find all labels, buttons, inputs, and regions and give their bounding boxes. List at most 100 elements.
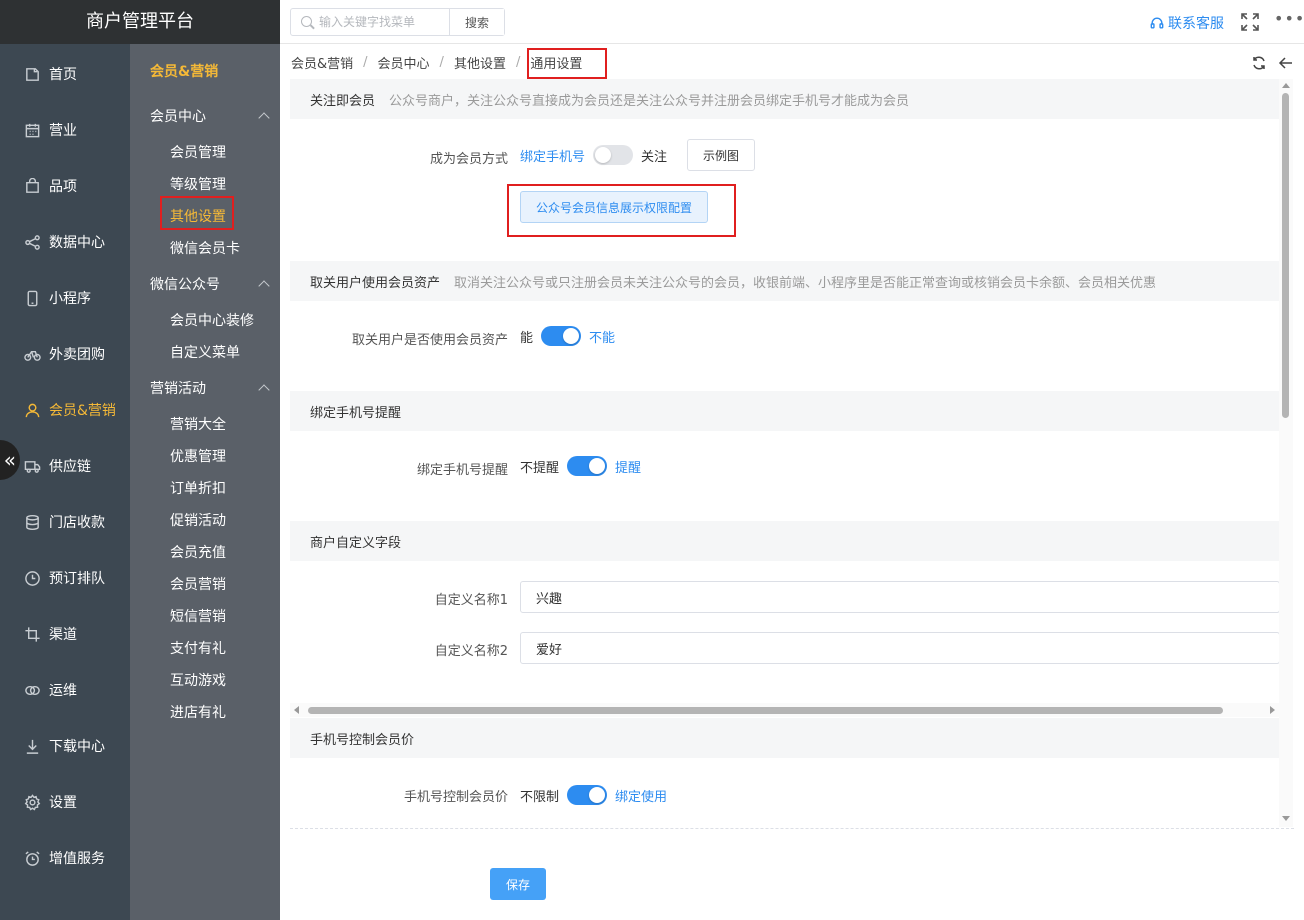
submenu-item-member-management[interactable]: 会员管理 — [170, 142, 226, 162]
fullscreen-icon[interactable] — [1240, 12, 1260, 32]
more-icon[interactable]: ••• — [1274, 11, 1304, 32]
gear-icon — [23, 793, 41, 811]
rail-item-channels[interactable]: 渠道 — [0, 614, 130, 654]
submenu-item-payment-gift[interactable]: 支付有礼 — [170, 638, 226, 658]
submenu-item-interactive-games[interactable]: 互动游戏 — [170, 670, 226, 690]
submenu-item-level-management[interactable]: 等级管理 — [170, 174, 226, 194]
section-header-unfollow-assets: 取关用户使用会员资产 取消关注公众号或只注册会员未关注公众号的会员，收银前端、小… — [290, 261, 1279, 301]
back-arrow-icon[interactable] — [1278, 55, 1294, 71]
section-header-custom-fields: 商户自定义字段 — [290, 521, 1279, 561]
chevron-up-icon — [258, 280, 270, 292]
rail-item-label: 渠道 — [49, 627, 77, 643]
switch-knob — [563, 328, 580, 344]
member-mode-row: 绑定手机号 关注 示例图 — [520, 139, 756, 171]
submenu-title: 会员&营销 — [150, 64, 219, 80]
option-right: 绑定使用 — [615, 789, 668, 805]
switch-knob — [589, 787, 606, 803]
rail-item-home[interactable]: 首页 — [0, 54, 130, 94]
rail-item-member-marketing[interactable]: 会员&营销 — [0, 390, 130, 430]
section-header-phone-price: 手机号控制会员价 — [290, 718, 1279, 758]
chevron-up-icon — [258, 112, 270, 124]
rail-item-settings[interactable]: 设置 — [0, 782, 130, 822]
row-label: 自定义名称1 — [434, 593, 508, 608]
rail-item-business[interactable]: 营业 — [0, 110, 130, 150]
bind-remind-switch[interactable] — [567, 456, 608, 476]
double-chevron-left-icon: « — [3, 448, 16, 472]
rail-item-products[interactable]: 品项 — [0, 166, 130, 206]
example-image-button[interactable]: 示例图 — [687, 139, 756, 171]
submenu-item-member-marketing[interactable]: 会员营销 — [170, 574, 226, 594]
clock-icon — [23, 569, 41, 587]
submenu-item-wechat-member-card[interactable]: 微信会员卡 — [170, 238, 240, 258]
submenu-group-marketing[interactable]: 营销活动 — [150, 378, 270, 398]
scrollbar-thumb[interactable] — [1282, 93, 1289, 418]
rail-item-label: 小程序 — [49, 291, 91, 307]
submenu-item-order-discount[interactable]: 订单折扣 — [170, 478, 226, 498]
breadcrumb-current: 通用设置 — [530, 57, 583, 72]
vertical-scrollbar[interactable] — [1279, 79, 1293, 827]
rail-item-label: 运维 — [49, 683, 77, 699]
phone-price-switch[interactable] — [567, 785, 608, 805]
rail-item-value-added[interactable]: 增值服务 — [0, 838, 130, 878]
submenu-item-store-visit-gift[interactable]: 进店有礼 — [170, 702, 226, 722]
database-icon — [23, 513, 41, 531]
refresh-icon[interactable] — [1251, 55, 1267, 71]
unfollow-assets-switch[interactable] — [541, 326, 582, 346]
scroll-left-arrow-icon[interactable] — [294, 706, 299, 714]
unfollow-assets-row: 能 不能 — [520, 320, 615, 352]
member-mode-switch[interactable] — [593, 145, 634, 165]
download-icon — [23, 737, 41, 755]
headset-icon — [1150, 17, 1164, 29]
breadcrumb-item[interactable]: 会员&营销 — [291, 53, 353, 72]
scroll-down-arrow-icon[interactable] — [1282, 816, 1290, 821]
rail-item-download-center[interactable]: 下载中心 — [0, 726, 130, 766]
footer-divider — [290, 828, 1294, 829]
search-button[interactable]: 搜索 — [449, 9, 504, 35]
rail-item-store-cashier[interactable]: 门店收款 — [0, 502, 130, 542]
alarm-icon — [23, 849, 41, 867]
submenu-item-sms-marketing[interactable]: 短信营销 — [170, 606, 226, 626]
rail-item-supply-chain[interactable]: 供应链 — [0, 446, 130, 486]
submenu-group-wechat-official[interactable]: 微信公众号 — [150, 274, 270, 294]
breadcrumb-item[interactable]: 其他设置 — [454, 53, 506, 72]
row-label: 自定义名称2 — [434, 644, 508, 659]
bag-icon — [23, 177, 41, 195]
submenu-item-other-settings[interactable]: 其他设置 — [170, 206, 226, 226]
rail-item-label: 营业 — [49, 123, 77, 139]
rail-item-label: 品项 — [49, 179, 77, 195]
submenu-item-custom-menu[interactable]: 自定义菜单 — [170, 342, 240, 362]
horizontal-scrollbar[interactable] — [290, 703, 1279, 717]
section-title: 关注即会员 — [310, 93, 376, 109]
scroll-up-arrow-icon[interactable] — [1282, 83, 1290, 88]
submenu-item-member-center-decoration[interactable]: 会员中心装修 — [170, 310, 254, 330]
rail-item-data-center[interactable]: 数据中心 — [0, 222, 130, 262]
option-left: 不提醒 — [520, 460, 560, 476]
section-header-follow-member: 关注即会员 公众号商户，关注公众号直接成为会员还是关注公众号并注册会员绑定手机号… — [290, 79, 1279, 119]
submenu-item-marketing-all[interactable]: 营销大全 — [170, 414, 226, 434]
calendar-icon — [23, 121, 41, 139]
home-icon — [23, 65, 41, 83]
rail-item-takeaway[interactable]: 外卖团购 — [0, 334, 130, 374]
rail-item-label: 数据中心 — [49, 235, 105, 251]
section-title: 取关用户使用会员资产 — [310, 275, 441, 291]
scroll-right-arrow-icon[interactable] — [1270, 706, 1275, 714]
submenu-group-member-center[interactable]: 会员中心 — [150, 106, 270, 126]
switch-knob — [589, 458, 606, 474]
submenu-item-member-recharge[interactable]: 会员充值 — [170, 542, 226, 562]
submenu-item-discount-management[interactable]: 优惠管理 — [170, 446, 226, 466]
breadcrumb-item[interactable]: 会员中心 — [378, 53, 430, 72]
custom-field-2-input[interactable] — [520, 632, 1279, 664]
rail-item-operations[interactable]: 运维 — [0, 670, 130, 710]
section-desc: 公众号商户，关注公众号直接成为会员还是关注公众号并注册会员绑定手机号才能成为会员 — [389, 93, 910, 109]
custom-field-1-input[interactable] — [520, 581, 1279, 613]
rail-item-booking-queue[interactable]: 预订排队 — [0, 558, 130, 598]
contact-service-link[interactable]: 联系客服 — [1150, 13, 1224, 33]
menu-search-input[interactable] — [291, 9, 449, 35]
submenu-item-promotions[interactable]: 促销活动 — [170, 510, 226, 530]
rail-item-mini-program[interactable]: 小程序 — [0, 278, 130, 318]
phone-icon — [23, 289, 41, 307]
save-button[interactable]: 保存 — [490, 868, 546, 900]
scrollbar-thumb[interactable] — [308, 707, 1223, 714]
permission-config-button[interactable]: 公众号会员信息展示权限配置 — [520, 191, 709, 223]
section-header-bind-remind: 绑定手机号提醒 — [290, 391, 1279, 431]
